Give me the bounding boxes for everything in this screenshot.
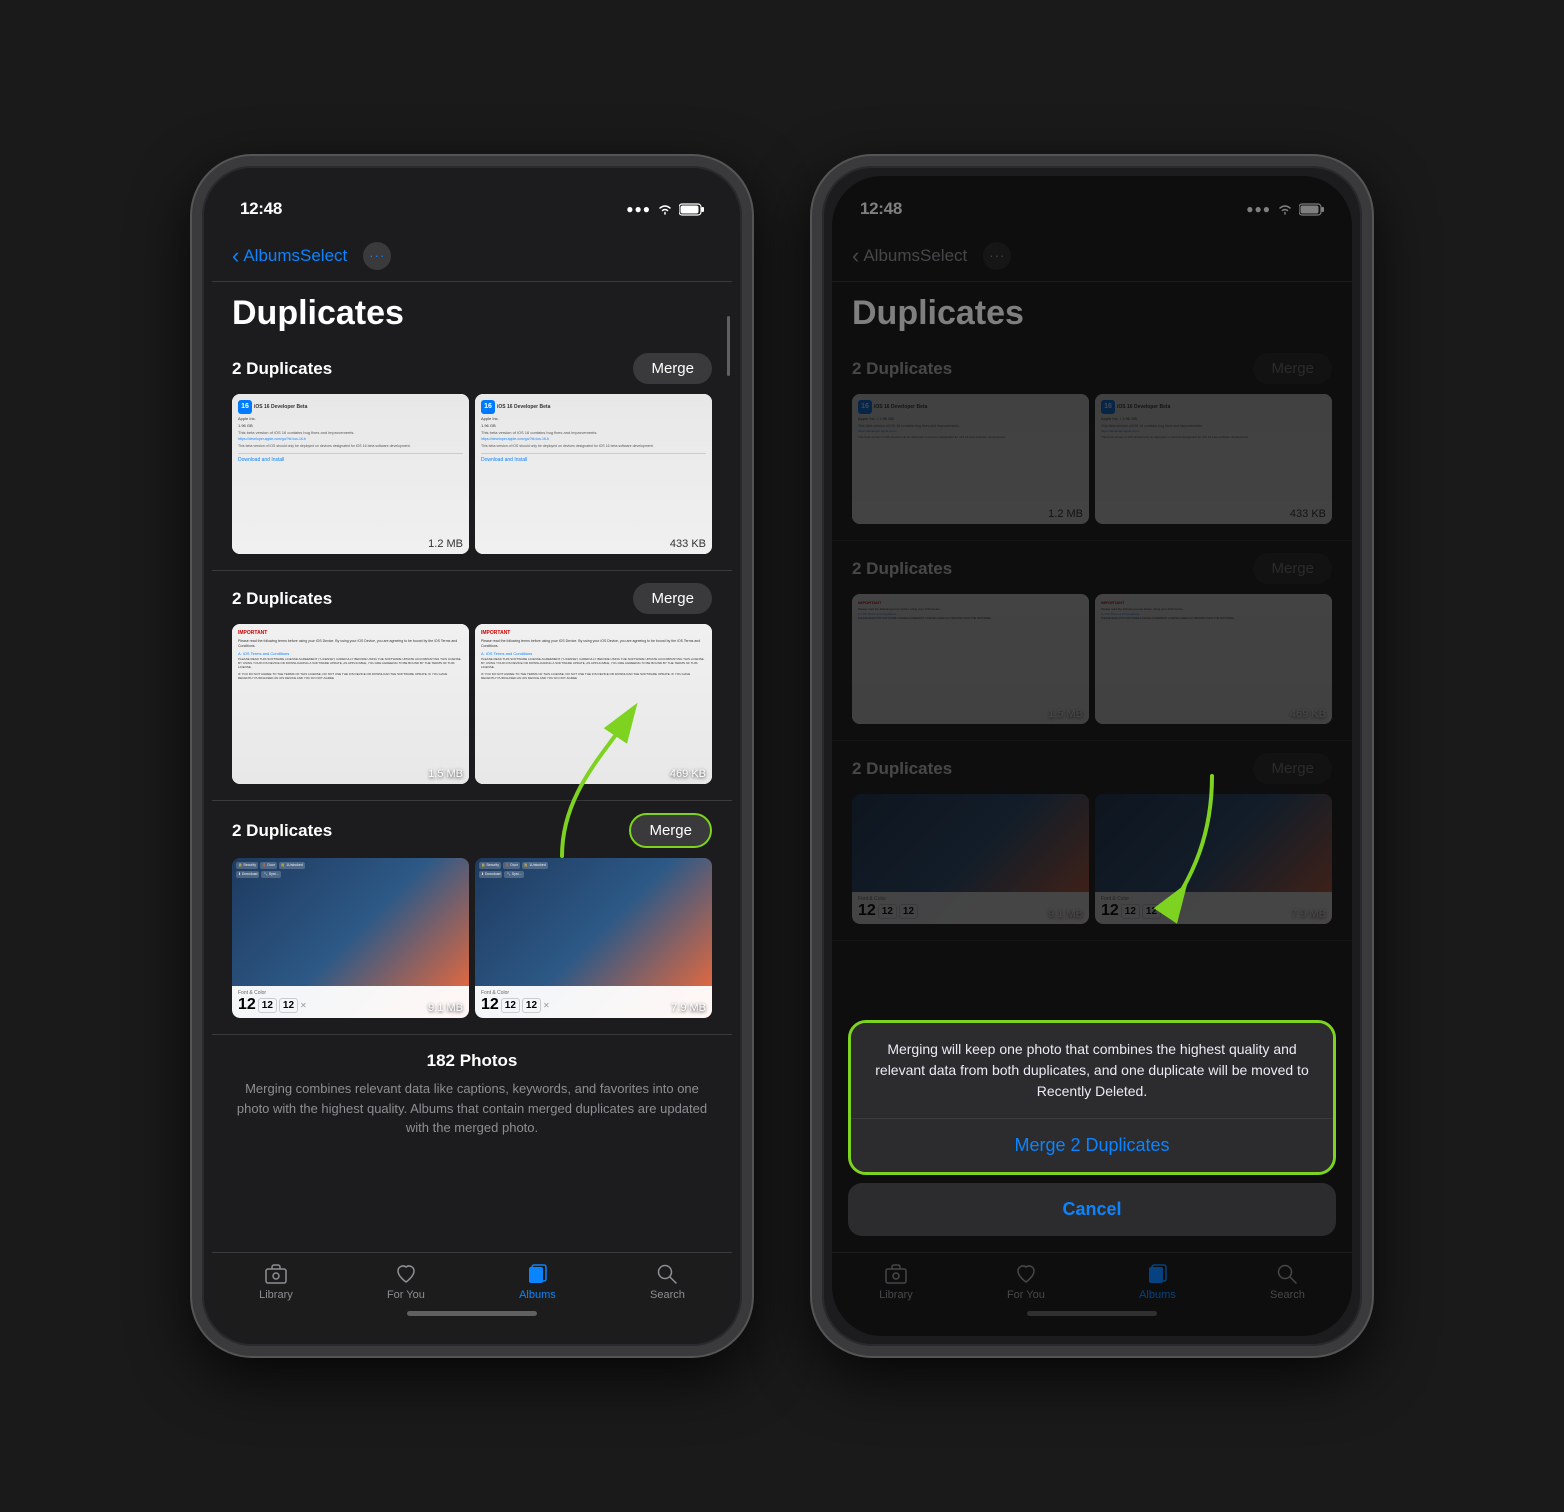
summary-count-left: 182 Photos <box>232 1051 712 1071</box>
img-size-2a: 1.5 MB <box>428 768 463 780</box>
action-sheet-main: Merging will keep one photo that combine… <box>851 1023 1333 1172</box>
summary-section-left: 182 Photos Merging combines relevant dat… <box>212 1035 732 1154</box>
phone-screen-left: 12:48 ●●● <box>212 176 732 1336</box>
foryou-icon <box>394 1263 418 1285</box>
signal-icon: ●●● <box>626 202 651 216</box>
back-button-left[interactable]: ‹ Albums <box>232 245 300 267</box>
img-size-1a: 1.2 MB <box>428 538 463 550</box>
phone-frame-right: 12:48 ●●● <box>812 156 1372 1356</box>
phone-frame-left: 12:48 ●●● <box>192 156 752 1356</box>
page-title-left: Duplicates <box>212 282 732 341</box>
battery-icon <box>679 203 704 216</box>
time-left: 12:48 <box>240 199 282 219</box>
wifi-icon <box>657 203 673 215</box>
dup-image-2b[interactable]: IMPORTANT Please read the following term… <box>475 624 712 784</box>
dup-image-1b[interactable]: 16 iOS 16 Developer Beta Apple Inc. 1.96… <box>475 394 712 554</box>
phone-right: 12:48 ●●● <box>812 156 1372 1356</box>
dup-group-3: 2 Duplicates Merge 🔒 Security 🚪 Doo <box>212 801 732 1035</box>
img-size-3b: 7.9 MB <box>671 1002 706 1014</box>
dup-images-2: IMPORTANT Please read the following term… <box>232 624 712 784</box>
dup-image-1a[interactable]: 16 iOS 16 Developer Beta Apple Inc. 1.96… <box>232 394 469 554</box>
dup-group-2: 2 Duplicates Merge IMPORTANT Please read… <box>212 571 732 801</box>
home-indicator-left <box>212 1296 732 1330</box>
nav-bar-left: ‹ Albums Select ··· <box>212 230 732 282</box>
albums-icon <box>525 1263 549 1285</box>
chevron-left-icon: ‹ <box>232 245 239 267</box>
status-bar-left: 12:48 ●●● <box>212 176 732 230</box>
scroll-content-left[interactable]: 2 Duplicates Merge 16 iOS 16 Developer B… <box>212 341 732 1261</box>
dup-count-3: 2 Duplicates <box>232 821 332 841</box>
merge-button-2[interactable]: Merge <box>633 583 712 614</box>
status-icons-left: ●●● <box>626 202 704 216</box>
dup-images-1: 16 iOS 16 Developer Beta Apple Inc. 1.96… <box>232 394 712 554</box>
phone-screen-right: 12:48 ●●● <box>832 176 1352 1336</box>
img-size-3a: 9.1 MB <box>428 1002 463 1014</box>
dup-image-3b[interactable]: 🔒 Security 🚪 Door 🔓 1Unlocked ⬇ Download… <box>475 858 712 1018</box>
dup-count-1: 2 Duplicates <box>232 359 332 379</box>
dup-group-1: 2 Duplicates Merge 16 iOS 16 Developer B… <box>212 341 732 571</box>
dup-header-3: 2 Duplicates Merge <box>232 813 712 848</box>
dup-header-1: 2 Duplicates Merge <box>232 353 712 384</box>
merge-duplicates-button[interactable]: Merge 2 Duplicates <box>851 1119 1333 1172</box>
merge-button-3[interactable]: Merge <box>629 813 712 848</box>
img-size-2b: 469 KB <box>670 768 706 780</box>
dup-count-2: 2 Duplicates <box>232 589 332 609</box>
dup-image-2a[interactable]: IMPORTANT Please read the following term… <box>232 624 469 784</box>
nav-right-left: Select ··· <box>300 242 391 270</box>
dup-header-2: 2 Duplicates Merge <box>232 583 712 614</box>
more-button-left[interactable]: ··· <box>363 242 391 270</box>
action-sheet: Merging will keep one photo that combine… <box>832 1020 1352 1252</box>
library-icon <box>264 1263 288 1285</box>
phone-left: 12:48 ●●● <box>192 156 752 1356</box>
cancel-button-right[interactable]: Cancel <box>848 1183 1336 1236</box>
dup-image-3a[interactable]: 🔒 Security 🚪 Door 🔓 1Unlocked ⬇ Download… <box>232 858 469 1018</box>
img-size-1b: 433 KB <box>670 538 706 550</box>
search-icon-tab-left <box>656 1263 678 1285</box>
select-button-left[interactable]: Select <box>300 246 347 266</box>
dup-images-3: 🔒 Security 🚪 Door 🔓 1Unlocked ⬇ Download… <box>232 858 712 1018</box>
merge-button-1[interactable]: Merge <box>633 353 712 384</box>
summary-text-left: Merging combines relevant data like capt… <box>232 1079 712 1138</box>
scroll-indicator-left <box>727 316 730 376</box>
back-label-left[interactable]: Albums <box>243 246 300 266</box>
action-sheet-message: Merging will keep one photo that combine… <box>851 1023 1333 1119</box>
